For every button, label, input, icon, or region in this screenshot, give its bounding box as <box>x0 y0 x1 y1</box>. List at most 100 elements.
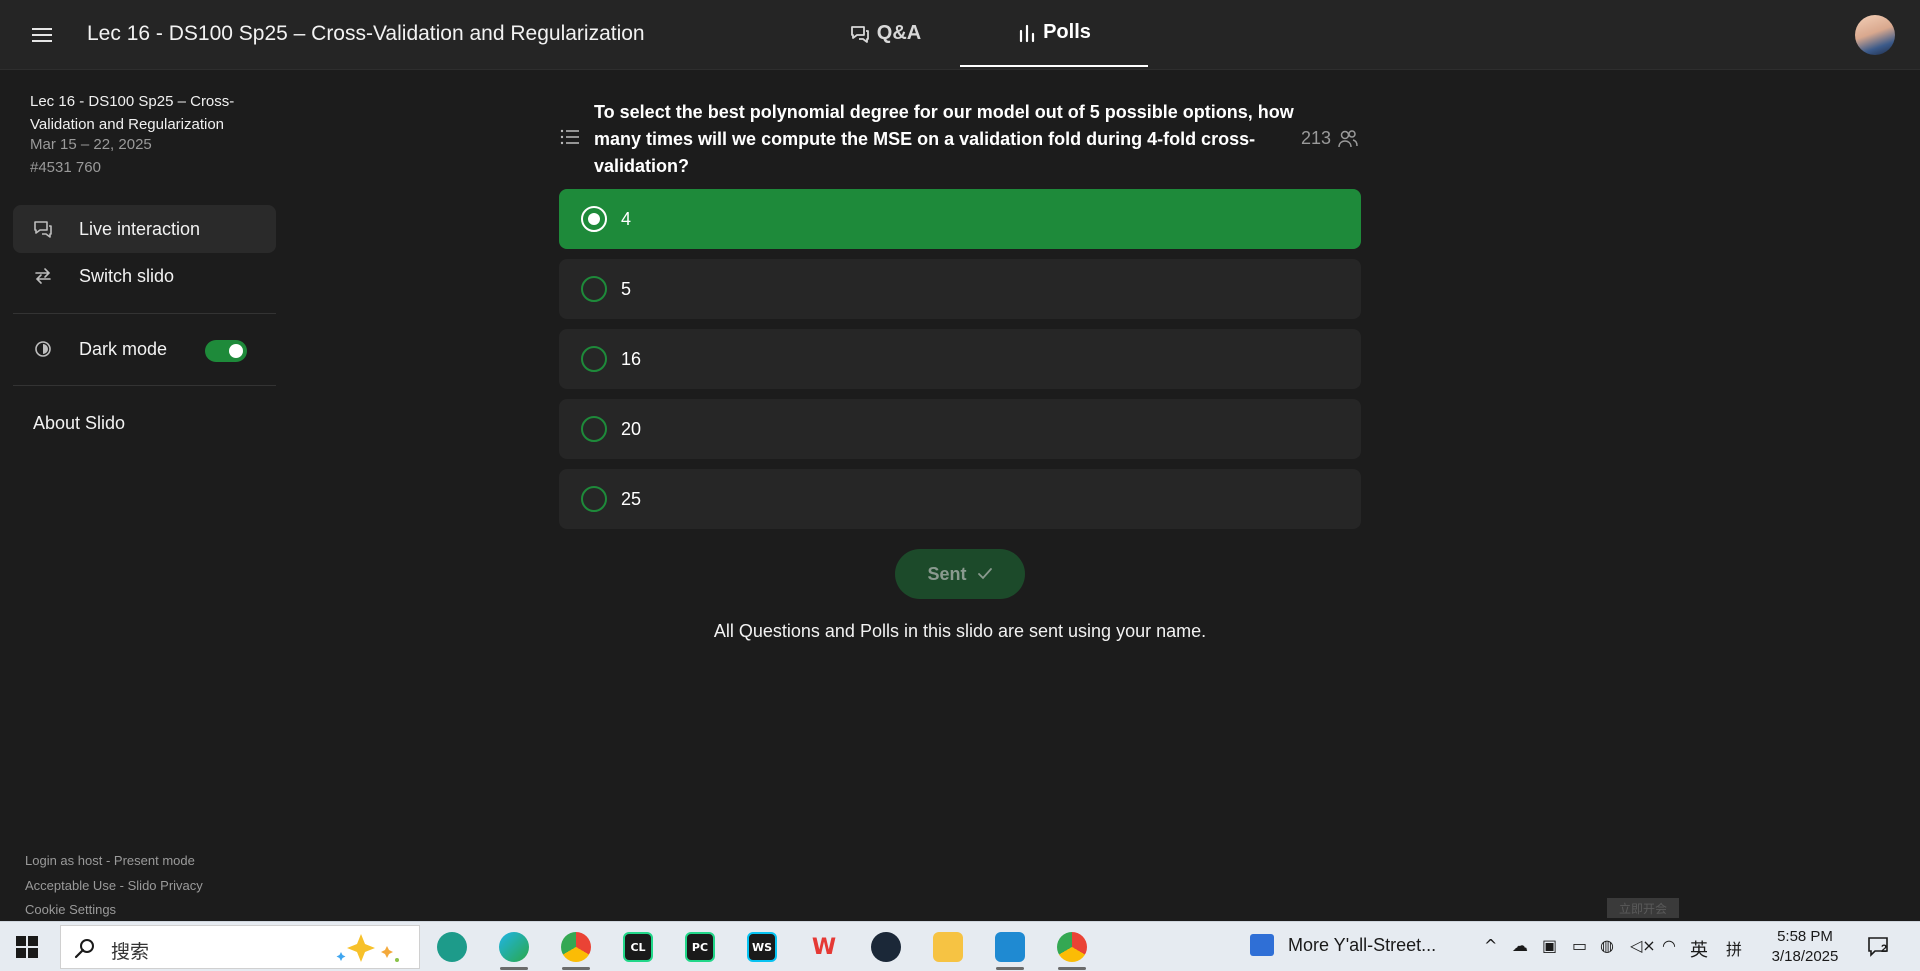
poll-question: To select the best polynomial degree for… <box>594 102 1294 176</box>
steam-icon <box>871 932 901 962</box>
about-slido-link[interactable]: About Slido <box>33 413 125 434</box>
tab-polls-label: Polls <box>1043 21 1091 43</box>
dark-mode-toggle[interactable] <box>205 340 247 362</box>
bar-chart-icon <box>1019 24 1035 42</box>
radio-button[interactable] <box>581 206 607 232</box>
taskbar-clion[interactable]: CL <box>616 927 660 967</box>
app-tray-icon[interactable]: ▣ <box>1542 936 1557 955</box>
poll-option-label: 4 <box>621 208 632 229</box>
login-as-host-link[interactable]: Login as host <box>25 853 102 868</box>
poll-option[interactable]: 25 <box>559 469 1361 529</box>
poll-option[interactable]: 4 <box>559 189 1361 249</box>
chevron-up-icon[interactable]: ^ <box>1484 936 1497 955</box>
wps-icon: W <box>809 932 839 962</box>
windows-start-icon[interactable] <box>16 936 38 958</box>
footer-host-links: Login as host - Present mode <box>25 853 195 868</box>
clock-time: 5:58 PM <box>1777 928 1833 945</box>
taskbar-search-input[interactable]: 搜索 <box>60 925 420 969</box>
onedrive-cloud-icon[interactable]: ☁ <box>1512 936 1528 955</box>
copilot-sparkle-icon <box>336 934 399 962</box>
poll-option-label: 25 <box>621 488 642 509</box>
microphone-icon[interactable]: ◍ <box>1600 936 1614 955</box>
news-widget[interactable]: More Y'all-Street... <box>1250 934 1436 956</box>
ime-mode-indicator[interactable]: 拼 <box>1726 936 1742 960</box>
system-clock[interactable]: 5:58 PM 3/18/2025 <box>1760 927 1850 967</box>
vscode-icon <box>995 932 1025 962</box>
present-mode-link[interactable]: Present mode <box>114 853 195 868</box>
sidebar-event-name: Lec 16 - DS100 Sp25 – Cross-Validation a… <box>30 93 235 133</box>
checkmark-icon <box>977 568 992 580</box>
sent-button[interactable]: Sent <box>895 549 1025 599</box>
chat-bubbles-icon <box>850 25 869 43</box>
hamburger-menu-icon[interactable] <box>30 24 54 46</box>
news-icon <box>1250 934 1274 956</box>
swap-arrows-icon <box>19 267 67 285</box>
wifi-icon[interactable]: ◠ <box>1662 936 1676 955</box>
meeting-popup-ghost[interactable]: 立即开会 <box>1607 898 1679 918</box>
people-icon <box>1338 129 1358 147</box>
battery-icon[interactable]: ▭ <box>1572 936 1587 955</box>
avatar[interactable] <box>1855 15 1895 55</box>
sidebar-item-switch-slido[interactable]: Switch slido <box>13 252 276 300</box>
sidebar-item-live-interaction[interactable]: Live interaction <box>13 205 276 253</box>
radio-button[interactable] <box>581 486 607 512</box>
taskbar-vscode[interactable] <box>988 927 1032 970</box>
voter-count: 213 <box>1301 128 1359 149</box>
poll-option-label: 5 <box>621 278 632 299</box>
notification-center-icon[interactable]: 2 <box>1867 936 1891 958</box>
acceptable-use-link[interactable]: Acceptable Use <box>25 878 116 893</box>
speaker-muted-icon[interactable]: ◁× <box>1630 936 1656 955</box>
footer-policy-links: Acceptable Use - Slido Privacy <box>25 878 203 893</box>
clock-date: 3/18/2025 <box>1771 948 1839 965</box>
app-icon <box>437 932 467 962</box>
sent-button-label: Sent <box>927 563 967 584</box>
poll-option[interactable]: 20 <box>559 399 1361 459</box>
webstorm-icon: WS <box>747 932 777 962</box>
poll-option[interactable]: 5 <box>559 259 1361 319</box>
sidebar-item-label: Dark mode <box>79 338 168 359</box>
chrome-icon <box>561 932 591 962</box>
taskbar-steam[interactable] <box>864 927 908 967</box>
taskbar-chrome[interactable] <box>554 927 598 970</box>
chrome-icon <box>1057 932 1087 962</box>
pycharm-icon: PC <box>685 932 715 962</box>
edge-icon <box>499 932 529 962</box>
footer-separator: - <box>102 853 114 868</box>
folder-icon <box>933 932 963 962</box>
poll-list-icon <box>560 128 580 151</box>
name-notice: All Questions and Polls in this slido ar… <box>713 621 1207 641</box>
cookie-settings-link[interactable]: Cookie Settings <box>25 902 116 917</box>
sidebar-item-label: Live interaction <box>79 218 201 239</box>
sidebar-divider <box>13 385 276 386</box>
taskbar-file-explorer[interactable] <box>926 927 970 967</box>
taskbar-wps[interactable]: W <box>802 927 846 967</box>
slido-privacy-link[interactable]: Slido Privacy <box>128 878 203 893</box>
voter-count-value: 213 <box>1301 128 1332 148</box>
poll-option[interactable]: 16 <box>559 329 1361 389</box>
brightness-icon <box>19 338 67 360</box>
taskbar-chrome-profile[interactable] <box>1050 927 1094 970</box>
sidebar-item-label: Switch slido <box>79 265 175 286</box>
search-icon <box>74 939 94 959</box>
radio-button[interactable] <box>581 276 607 302</box>
search-placeholder: 搜索 <box>111 941 150 963</box>
taskbar-pycharm[interactable]: PC <box>678 927 722 967</box>
tab-qa-label: Q&A <box>876 22 922 44</box>
radio-button[interactable] <box>581 346 607 372</box>
sidebar-divider <box>13 313 276 314</box>
ime-language-indicator[interactable]: 英 <box>1690 936 1708 962</box>
tab-qa[interactable]: Q&A <box>815 0 955 67</box>
sidebar-event-dates: Mar 15 – 22, 2025 <box>30 136 152 153</box>
sidebar: Lec 16 - DS100 Sp25 – Cross-Validation a… <box>0 70 290 921</box>
taskbar-app-1[interactable] <box>430 927 474 967</box>
radio-button[interactable] <box>581 416 607 442</box>
chat-bubbles-icon <box>19 219 67 239</box>
top-bar: Lec 16 - DS100 Sp25 – Cross-Validation a… <box>0 0 1920 70</box>
footer-separator: - <box>116 878 128 893</box>
tab-polls[interactable]: Polls <box>960 0 1148 67</box>
notification-count: 2 <box>1881 943 1888 955</box>
taskbar-edge[interactable] <box>492 927 536 970</box>
taskbar-webstorm[interactable]: WS <box>740 927 784 967</box>
poll-option-label: 16 <box>621 348 642 369</box>
event-title: Lec 16 - DS100 Sp25 – Cross-Validation a… <box>87 22 645 45</box>
